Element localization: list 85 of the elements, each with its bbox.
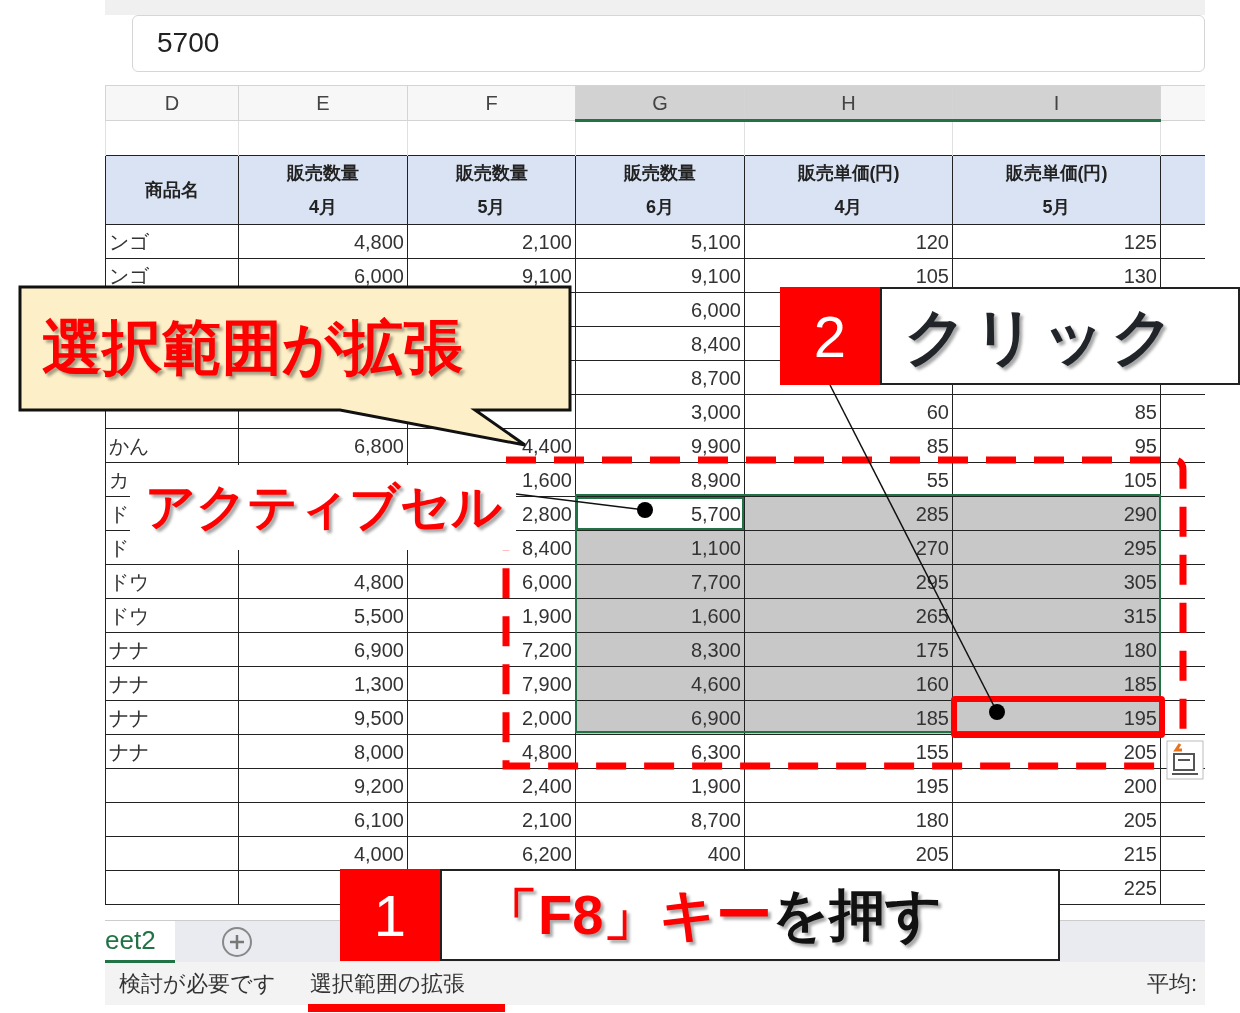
table-cell: 125 bbox=[952, 224, 1161, 259]
callout-text: 選択範囲が拡張 bbox=[42, 313, 463, 383]
table-cell: 9,500 bbox=[238, 700, 408, 735]
status-mode: 選択範囲の拡張 bbox=[310, 970, 465, 998]
table-cell: 9,100 bbox=[575, 258, 745, 293]
table-cell: 5,700 bbox=[575, 496, 745, 531]
table-cell: ドウ bbox=[105, 598, 239, 633]
column-header[interactable]: E bbox=[238, 85, 408, 121]
active-cell-label: アクティブセル bbox=[130, 465, 516, 550]
table-cell: 8,900 bbox=[575, 462, 745, 497]
table-cell: ナナ bbox=[105, 632, 239, 667]
plus-icon bbox=[228, 932, 246, 951]
table-cell: 270 bbox=[744, 530, 953, 565]
header-cell: 販売数量 4月 bbox=[238, 155, 408, 225]
table-cell: 305 bbox=[952, 564, 1161, 599]
table-cell: 6,900 bbox=[238, 632, 408, 667]
table-cell: 5,100 bbox=[575, 224, 745, 259]
table-cell: 195 bbox=[744, 768, 953, 803]
table-cell: 1,900 bbox=[575, 768, 745, 803]
table-cell: 7,700 bbox=[575, 564, 745, 599]
table-cell: 160 bbox=[744, 666, 953, 701]
header-cell: 販売数量 5月 bbox=[407, 155, 576, 225]
table-cell: かん bbox=[105, 428, 239, 463]
table-cell: 265 bbox=[744, 598, 953, 633]
column-header[interactable]: I bbox=[952, 85, 1161, 121]
table-cell: 4,600 bbox=[575, 666, 745, 701]
column-header[interactable]: F bbox=[407, 85, 576, 121]
table-cell: 105 bbox=[952, 462, 1161, 497]
status-text: 検討が必要です bbox=[119, 970, 276, 998]
step-number: 1 bbox=[340, 869, 440, 961]
table-cell: 55 bbox=[744, 462, 953, 497]
table-cell: 180 bbox=[952, 632, 1161, 667]
table-cell: 315 bbox=[952, 598, 1161, 633]
table-cell: 295 bbox=[952, 530, 1161, 565]
header-cell: 販売単価(円) 5月 bbox=[952, 155, 1161, 225]
column-header[interactable]: H bbox=[744, 85, 953, 121]
table-cell: 8,300 bbox=[575, 632, 745, 667]
table-cell: 175 bbox=[744, 632, 953, 667]
table-cell: 8,700 bbox=[575, 802, 745, 837]
table-cell: 5,500 bbox=[238, 598, 408, 633]
table-cell: 1,100 bbox=[575, 530, 745, 565]
table-cell: 1,300 bbox=[238, 666, 408, 701]
table-cell: 4,800 bbox=[238, 564, 408, 599]
table-cell: 2,100 bbox=[407, 224, 576, 259]
column-header[interactable]: G bbox=[575, 85, 745, 121]
table-cell: ナナ bbox=[105, 666, 239, 701]
formula-field[interactable]: 5700 bbox=[132, 15, 1205, 72]
status-average: 平均: bbox=[1146, 970, 1197, 998]
table-cell: ドウ bbox=[105, 564, 239, 599]
table-cell: 9,200 bbox=[238, 768, 408, 803]
table-cell: 8,700 bbox=[575, 360, 745, 395]
instruction-text: 「F8」キーを押す bbox=[440, 869, 1060, 961]
table-cell: 2,100 bbox=[407, 802, 576, 837]
header-cell: 販売数量 6月 bbox=[575, 155, 745, 225]
table-cell: 3,000 bbox=[575, 394, 745, 429]
table-cell: 290 bbox=[952, 496, 1161, 531]
table-cell: 4,800 bbox=[238, 224, 408, 259]
step-number: 2 bbox=[780, 287, 880, 385]
table-cell: 85 bbox=[744, 428, 953, 463]
table-cell: 6,300 bbox=[575, 734, 745, 769]
table-cell: ナナ bbox=[105, 700, 239, 735]
table-cell: 285 bbox=[744, 496, 953, 531]
table-cell: 180 bbox=[744, 802, 953, 837]
table-cell: 6,800 bbox=[238, 428, 408, 463]
sheet-tab[interactable]: eet2 bbox=[105, 920, 175, 963]
table-cell: 6,100 bbox=[238, 802, 408, 837]
table-cell: 85 bbox=[952, 394, 1161, 429]
table-cell: 200 bbox=[952, 768, 1161, 803]
table-cell: ナナ bbox=[105, 734, 239, 769]
table-cell: 8,400 bbox=[575, 326, 745, 361]
header-cell: 商品名 bbox=[105, 155, 239, 225]
table-cell: 205 bbox=[952, 802, 1161, 837]
table-cell: 60 bbox=[744, 394, 953, 429]
table-cell: 6,000 bbox=[575, 292, 745, 327]
instruction-text: クリック bbox=[880, 287, 1240, 385]
add-sheet-button[interactable] bbox=[222, 926, 252, 957]
table-cell: 8,000 bbox=[238, 734, 408, 769]
table-cell: 4,800 bbox=[407, 734, 576, 769]
table-cell: 2,400 bbox=[407, 768, 576, 803]
table-cell: ンゴ bbox=[105, 224, 239, 259]
quick-analysis-icon bbox=[1166, 740, 1204, 780]
table-cell: 120 bbox=[744, 224, 953, 259]
header-cell: 販売単価(円) 4月 bbox=[744, 155, 953, 225]
table-cell: 1,600 bbox=[575, 598, 745, 633]
column-header[interactable]: D bbox=[105, 85, 239, 121]
